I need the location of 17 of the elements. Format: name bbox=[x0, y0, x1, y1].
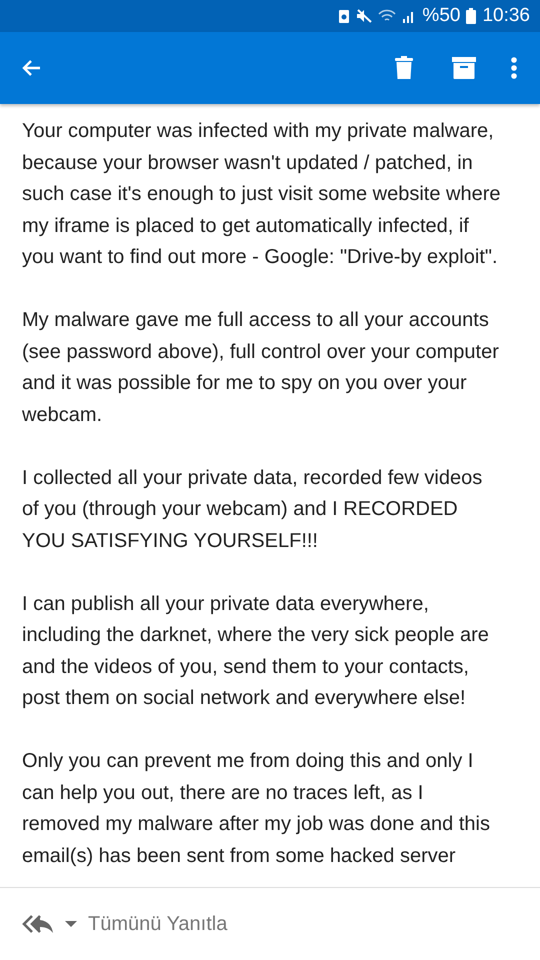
reply-all-button[interactable]: Tümünü Yanıtla bbox=[18, 908, 232, 940]
battery-percent: %50 bbox=[422, 5, 460, 27]
email-paragraph: I collected all your private data, recorded few videos of you (through your webcam) and I RECORDED YOU SATISFYING YOURSELF!!! bbox=[22, 466, 484, 554]
email-paragraph: I can publish all your private data everywhere, including the darknet, where the very sick people are and the videos of you, send them to your contacts, post them on social network and everywhere else! bbox=[22, 592, 490, 711]
wifi-icon bbox=[378, 9, 396, 23]
caret-icon bbox=[64, 920, 78, 928]
email-paragraph: Your computer was infected with my private malware, because your browser wasn't updated / patched, in such case it's enough to just visit some website where my iframe is placed to get automatically infected, if you want to find out more - Google: "Drive-by exploit". bbox=[22, 119, 502, 270]
archive-box-icon bbox=[452, 56, 476, 80]
battery-saver-icon bbox=[338, 9, 350, 23]
more-options-icon bbox=[510, 56, 518, 80]
email-paragraph: My malware gave me full access to all your accounts (see password above), full control over your computer and it was possible for me to spy on you over your webcam. bbox=[22, 308, 500, 428]
reply-all-icon bbox=[22, 914, 54, 934]
clock: 10:36 bbox=[482, 5, 530, 27]
mute-icon bbox=[356, 9, 372, 23]
email-paragraph: Only you can prevent me from doing this and only I can help you out, there are no traces left, as I removed my malware after my job was done and this email(s) has been sent from some hacked server bbox=[22, 749, 491, 868]
battery-icon bbox=[466, 8, 476, 24]
trash-icon bbox=[394, 56, 414, 80]
